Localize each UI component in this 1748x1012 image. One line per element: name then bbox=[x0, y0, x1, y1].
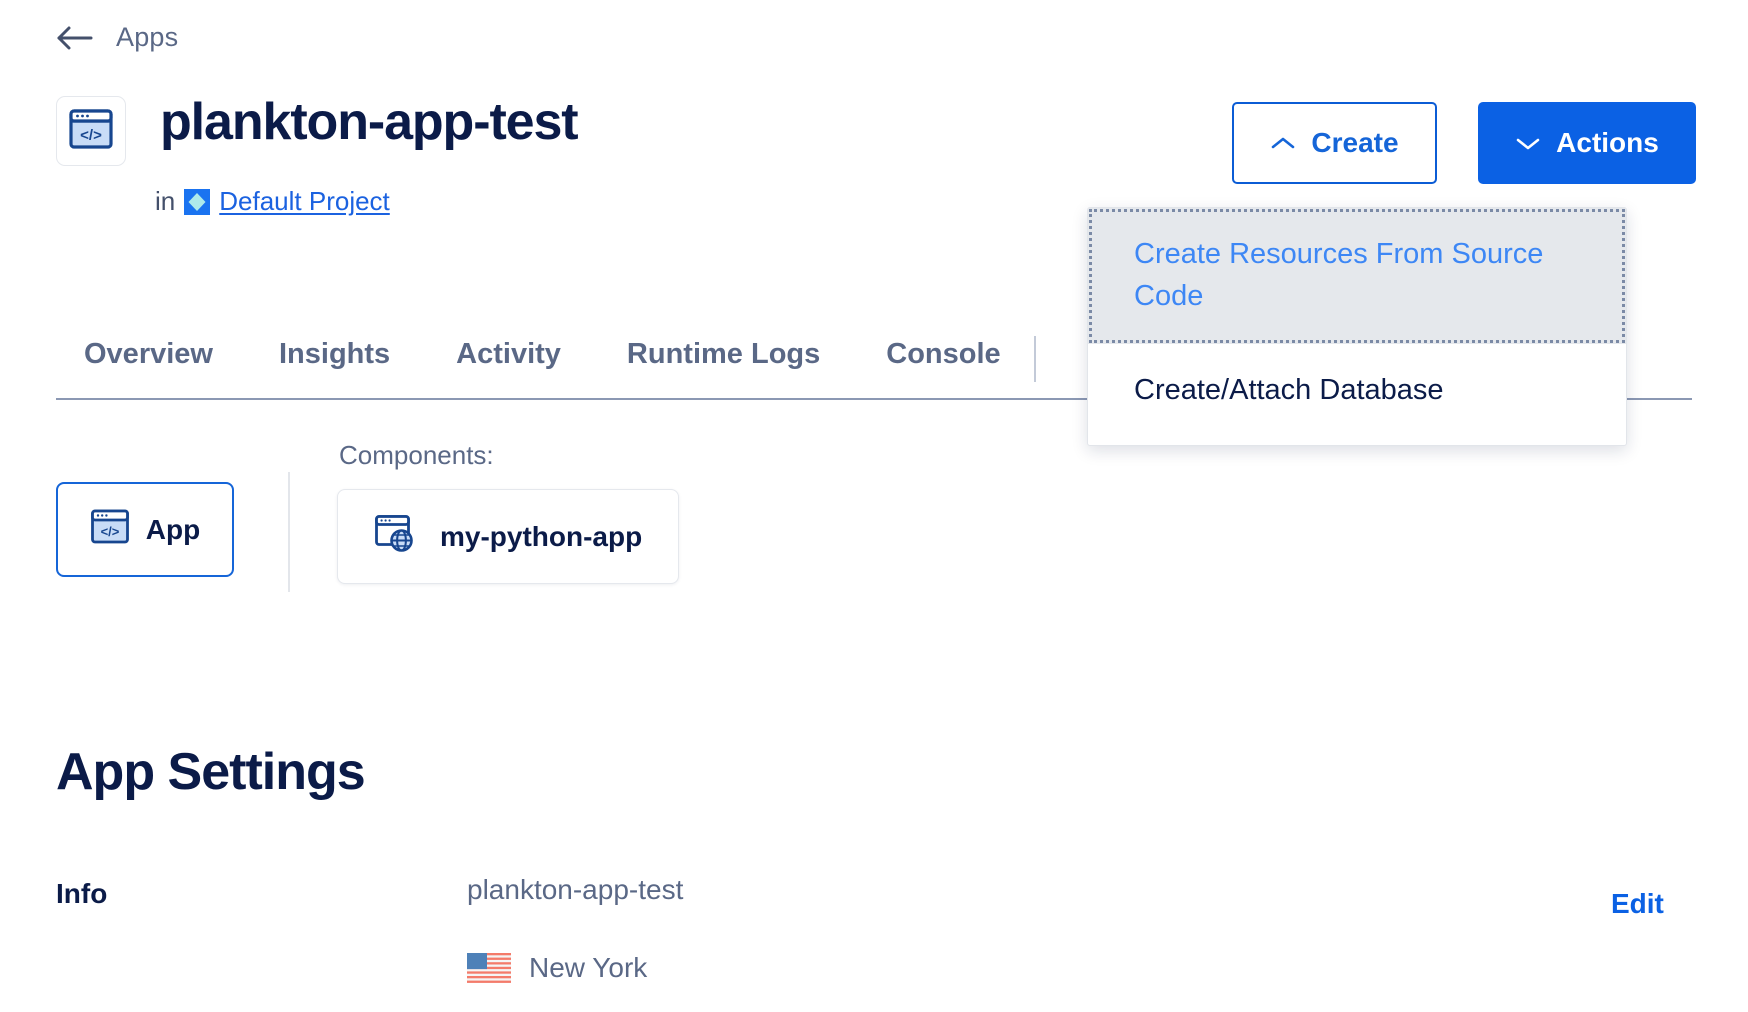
info-region: New York bbox=[467, 952, 647, 984]
code-window-icon: </> bbox=[68, 107, 114, 156]
breadcrumb-label[interactable]: Apps bbox=[116, 22, 178, 53]
app-settings-title: App Settings bbox=[56, 742, 365, 802]
project-link[interactable]: Default Project bbox=[219, 186, 390, 217]
create-button[interactable]: Create bbox=[1232, 102, 1437, 184]
menu-item-create-attach-database[interactable]: Create/Attach Database bbox=[1088, 344, 1626, 438]
component-card[interactable]: my-python-app bbox=[337, 489, 679, 584]
app-detail-page: Apps </> plankton-app-test in bbox=[0, 0, 1748, 1012]
breadcrumb[interactable]: Apps bbox=[56, 22, 178, 53]
info-app-name: plankton-app-test bbox=[467, 874, 683, 906]
app-component-card[interactable]: </> App bbox=[56, 482, 234, 577]
components-area: </> App Components: bbox=[56, 440, 679, 592]
components-column: Components: my-python-app bbox=[337, 440, 679, 584]
project-subtitle: in Default Project bbox=[155, 186, 390, 217]
info-section-label: Info bbox=[56, 878, 107, 910]
menu-item-create-resources-from-source-code[interactable]: Create Resources From Source Code bbox=[1088, 208, 1626, 344]
globe-window-icon bbox=[374, 514, 418, 559]
actions-button[interactable]: Actions bbox=[1478, 102, 1696, 184]
tab-activity[interactable]: Activity bbox=[423, 338, 594, 395]
app-avatar: </> bbox=[56, 96, 126, 166]
code-window-icon: </> bbox=[90, 508, 130, 551]
chevron-down-icon bbox=[1515, 135, 1541, 151]
svg-text:</>: </> bbox=[100, 524, 119, 539]
page-title: plankton-app-test bbox=[160, 96, 578, 149]
arrow-left-icon[interactable] bbox=[56, 23, 94, 53]
components-heading: Components: bbox=[339, 440, 679, 471]
us-flag-icon bbox=[467, 953, 511, 983]
diamond-project-icon bbox=[184, 189, 210, 215]
app-component-card-label: App bbox=[146, 514, 200, 546]
create-dropdown-menu: Create Resources From Source Code Create… bbox=[1087, 207, 1627, 446]
tab-insights[interactable]: Insights bbox=[246, 338, 423, 395]
tab-overview[interactable]: Overview bbox=[56, 338, 246, 395]
edit-info-link[interactable]: Edit bbox=[1611, 888, 1664, 920]
page-title-row: </> plankton-app-test bbox=[56, 96, 578, 166]
chevron-up-icon bbox=[1270, 135, 1296, 151]
components-divider bbox=[288, 472, 290, 592]
tab-divider bbox=[1034, 336, 1036, 382]
tab-console[interactable]: Console bbox=[853, 338, 1033, 395]
svg-text:</>: </> bbox=[80, 127, 102, 144]
component-card-label: my-python-app bbox=[440, 521, 642, 553]
tab-runtime-logs[interactable]: Runtime Logs bbox=[594, 338, 853, 395]
info-region-label: New York bbox=[529, 952, 647, 984]
actions-button-label: Actions bbox=[1556, 127, 1659, 159]
in-label: in bbox=[155, 186, 175, 217]
create-button-label: Create bbox=[1311, 127, 1398, 159]
